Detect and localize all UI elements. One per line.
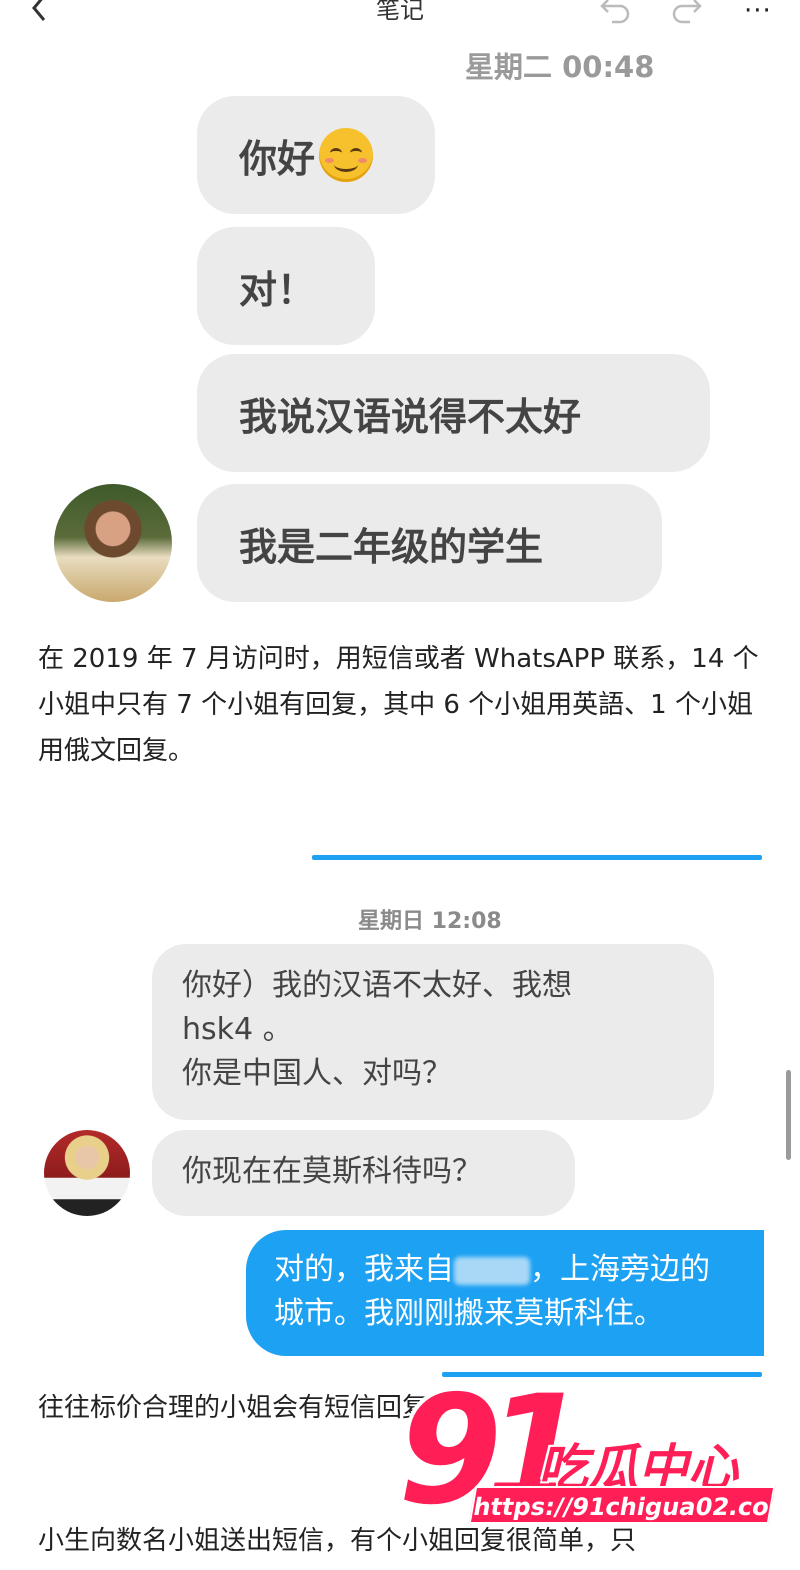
undo-icon[interactable] [598,0,634,24]
message-text: 我说汉语说得不太好 [239,394,582,439]
chat-timestamp: 星期日 12:08 [358,909,502,934]
divider-line [312,855,762,860]
top-bar: 笔记 ··· [0,0,800,34]
watermark-url: https://91chigua02.com [468,1486,796,1524]
message-text: 你是中国人、对吗？ [182,1056,452,1091]
chat-timestamp: 星期二 00:48 [465,50,655,84]
redo-icon[interactable] [668,0,704,24]
message-text: 你好）我的汉语不太好、我想 [182,968,572,1003]
contact-avatar [44,1130,130,1216]
message-text: 你好 [239,136,316,181]
message-bubble: 你好 [197,96,435,214]
note-paragraph: 在 2019 年 7 月访问时，用短信或者 WhatsAPP 联系，14 个小姐… [38,644,759,766]
message-bubble: 对！ [197,227,375,345]
message-bubble: 你现在在莫斯科待吗？ [152,1130,575,1216]
message-text: 对！ [239,267,316,312]
message-text: ，上海旁边的 [530,1252,710,1287]
message-text: 你现在在莫斯科待吗？ [182,1154,482,1189]
message-bubble: 我是二年级的学生 [197,484,662,602]
scrollbar[interactable] [786,1070,791,1160]
contact-avatar [54,484,172,602]
message-bubble: 你好）我的汉语不太好、我想 hsk4 。 你是中国人、对吗？ [152,944,714,1120]
more-options-icon[interactable]: ··· [744,0,772,26]
message-text: 城市。我刚刚搬来莫斯科住。 [274,1296,664,1331]
message-text: 我是二年级的学生 [239,524,544,569]
message-text: hsk4 。 [182,1012,293,1047]
message-text: 对的，我来自 [274,1252,454,1287]
sent-message-bubble: 对的，我来自 ，上海旁边的 城市。我刚刚搬来莫斯科住。 [246,1230,764,1356]
redacted-blur [454,1256,530,1285]
smiling-face-emoji-icon [319,128,374,182]
message-bubble: 我说汉语说得不太好 [197,354,710,472]
